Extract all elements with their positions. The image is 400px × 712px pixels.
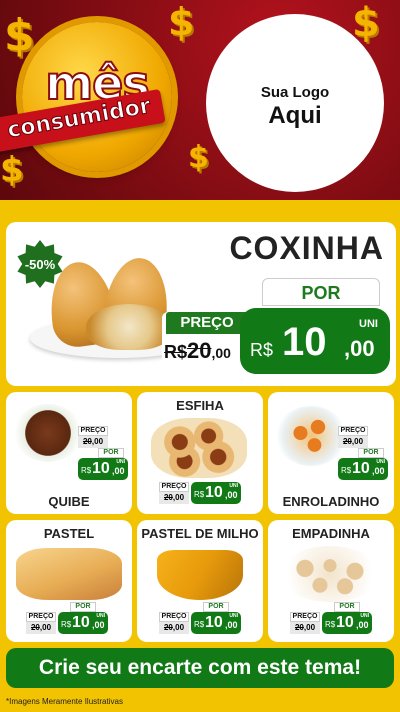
dollar-coin-icon: $ (0, 150, 24, 190)
product-name: ESFIHA (176, 398, 224, 413)
dollar-coin-icon: $ (168, 0, 195, 44)
logo-placeholder-line1: Sua Logo (260, 84, 330, 101)
product-card-pastel: PASTEL PREÇO 20,00 POR UNI R$ 10 ,00 (6, 520, 132, 642)
featured-product-card: -50% COXINHA POR PREÇO R$20,00 UNI R$ 10… (6, 222, 396, 386)
product-name: PASTEL (43, 526, 95, 541)
dollar-coin-icon: $ (4, 10, 35, 61)
pastel-de-milho-image (157, 550, 243, 600)
coxinha-cut-image (86, 304, 172, 350)
featured-price-tag: UNI R$ 10 ,00 (240, 308, 390, 374)
price-tag: PREÇO 20,00 POR UNI R$ 10 ,00 (26, 602, 116, 638)
empadinha-image (280, 546, 380, 602)
currency-label: R$ (250, 340, 274, 360)
product-card-esfiha: ESFIHA PREÇO 20,00 UNI R$ 10 ,00 (137, 392, 263, 514)
product-card-pastel-de-milho: PASTEL DE MILHO PREÇO 20,00 POR UNI R$ 1… (137, 520, 263, 642)
pastel-image (16, 548, 122, 600)
cta-banner[interactable]: Crie seu encarte com este tema! (6, 648, 394, 688)
old-price: R$20,00 (164, 338, 231, 363)
price-tag: PREÇO 20,00 POR UNI R$ 10 ,00 (338, 426, 388, 482)
product-name: ENROLADINHO (282, 494, 380, 509)
preco-label: PREÇO (166, 312, 248, 334)
product-card-enroladinho: PREÇO 20,00 POR UNI R$ 10 ,00 ENROLADINH… (268, 392, 394, 514)
price-tag: PREÇO 20,00 POR UNI R$ 10 ,00 (290, 602, 380, 638)
esfiha-image (151, 418, 247, 478)
product-name: PASTEL DE MILHO (141, 526, 259, 541)
price-cents: ,00 (344, 336, 375, 361)
logo-placeholder-badge: Sua Logo Aqui (204, 12, 386, 194)
price-tag: PREÇO 20,00 POR UNI R$ 10 ,00 (78, 426, 128, 482)
logo-placeholder-line2: Aqui (268, 102, 322, 129)
quibe-image (14, 404, 82, 462)
price-integer: 10 (282, 320, 327, 364)
featured-product-name: COXINHA (229, 230, 384, 266)
por-label: POR (262, 278, 380, 306)
disclaimer-text: *Imagens Meramente Ilustrativas (6, 697, 123, 706)
product-name: EMPADINHA (292, 526, 370, 541)
price-tag: PREÇO 20,00 POR UNI R$ 10 ,00 (159, 602, 249, 638)
product-card-empadinha: EMPADINHA PREÇO 20,00 POR UNI R$ 10 ,00 (268, 520, 394, 642)
dollar-coin-icon: $ (352, 0, 380, 46)
product-card-quibe: PREÇO 20,00 POR UNI R$ 10 ,00 QUIBE (6, 392, 132, 514)
header-divider (0, 200, 400, 218)
product-name: QUIBE (48, 494, 90, 509)
dollar-coin-icon: $ (188, 140, 209, 175)
price-tag: PREÇO 20,00 UNI R$ 10 ,00 (159, 482, 249, 512)
unit-label: UNI (359, 318, 378, 330)
header-banner: $ $ $ $ $ mês do consumidor Sua Logo Aqu… (0, 0, 400, 200)
enroladinho-image (276, 406, 346, 466)
